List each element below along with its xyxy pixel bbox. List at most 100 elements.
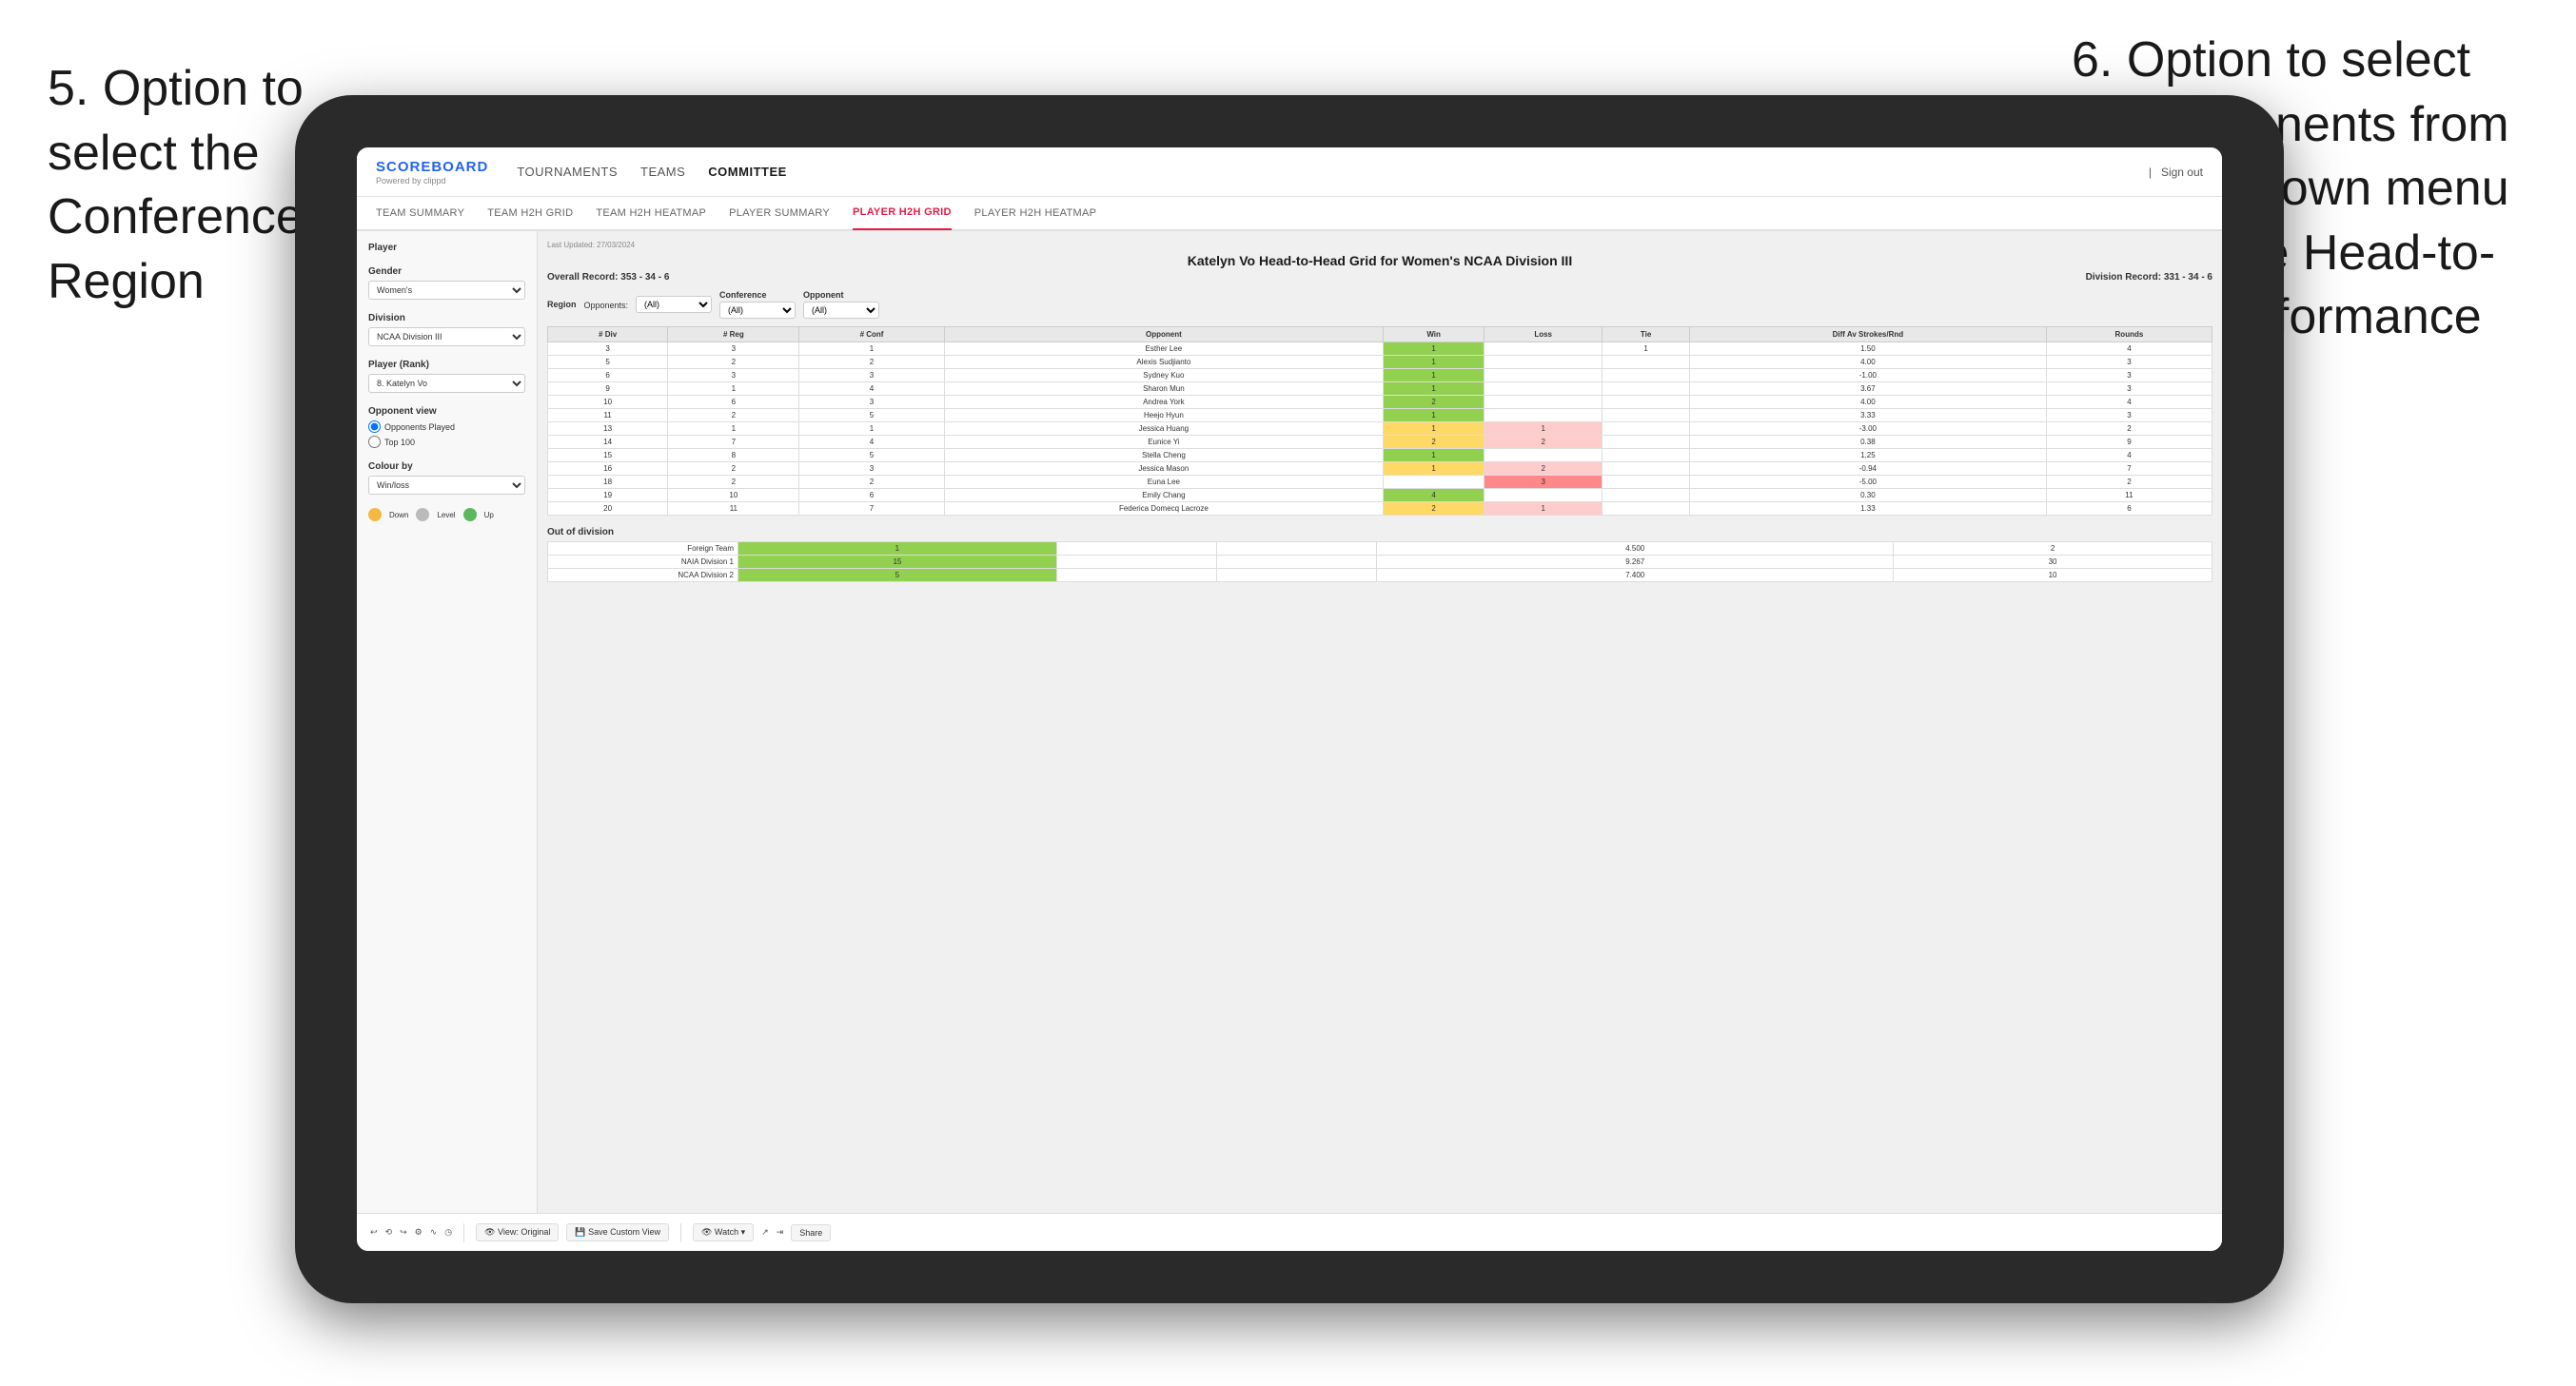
table-row: 9 1 4 Sharon Mun 1 3.67 3 xyxy=(548,382,2212,396)
td-loss: 3 xyxy=(1485,476,1603,489)
last-updated: Last Updated: 27/03/2024 xyxy=(547,241,2212,249)
td-opponent: Sydney Kuo xyxy=(944,369,1384,382)
sub-nav-team-summary[interactable]: TEAM SUMMARY xyxy=(376,196,464,230)
toolbar-settings[interactable]: ⚙ xyxy=(415,1227,423,1238)
save-custom-view-btn[interactable]: 💾 Save Custom View xyxy=(566,1223,669,1241)
td-win: 1 xyxy=(1384,369,1485,382)
td-diff: -3.00 xyxy=(1689,422,2046,436)
td-conf: 3 xyxy=(799,462,944,476)
radio-opponents-played[interactable]: Opponents Played xyxy=(368,420,525,433)
nav-teams[interactable]: TEAMS xyxy=(640,165,685,179)
td-conf: 5 xyxy=(799,409,944,422)
table-row: 15 8 5 Stella Cheng 1 1.25 4 xyxy=(548,449,2212,462)
opponents-filter-label: Opponents: xyxy=(584,296,629,313)
td-opponent: Alexis Sudjianto xyxy=(944,356,1384,369)
td-reg: 2 xyxy=(668,462,799,476)
td-reg: 2 xyxy=(668,409,799,422)
td-div: 11 xyxy=(548,409,668,422)
td-conf: 6 xyxy=(799,489,944,502)
td-reg: 3 xyxy=(668,369,799,382)
toolbar-share-icon1[interactable]: ↗ xyxy=(761,1227,769,1238)
td-loss xyxy=(1485,409,1603,422)
conference-filter-select[interactable]: (All) xyxy=(719,302,796,319)
sub-nav-player-h2h-grid[interactable]: PLAYER H2H GRID xyxy=(853,196,952,230)
logo: SCOREBOARD Powered by clippd xyxy=(376,159,488,185)
table-row: 6 3 3 Sydney Kuo 1 -1.00 3 xyxy=(548,369,2212,382)
player-rank-select[interactable]: 8. Katelyn Vo xyxy=(368,374,525,393)
sub-nav-team-h2h-heatmap[interactable]: TEAM H2H HEATMAP xyxy=(596,196,706,230)
td-rounds: 9 xyxy=(2046,436,2212,449)
td-div: 3 xyxy=(548,342,668,356)
sub-nav-player-h2h-heatmap[interactable]: PLAYER H2H HEATMAP xyxy=(974,196,1096,230)
share-btn[interactable]: Share xyxy=(791,1224,831,1241)
dot-down xyxy=(368,508,382,521)
toolbar-undo[interactable]: ↩ xyxy=(370,1227,378,1238)
td-win: 1 xyxy=(1384,422,1485,436)
th-diff: Diff Av Strokes/Rnd xyxy=(1689,327,2046,342)
out-td-loss xyxy=(1056,569,1216,582)
td-reg: 1 xyxy=(668,422,799,436)
td-diff: 3.33 xyxy=(1689,409,2046,422)
th-conf: # Conf xyxy=(799,327,944,342)
opponent-filter-group: Opponent (All) xyxy=(803,290,879,319)
td-loss: 1 xyxy=(1485,422,1603,436)
td-rounds: 4 xyxy=(2046,396,2212,409)
bottom-toolbar: ↩ ⟲ ↪ ⚙ ∿ ◷ 👁 View: Original 💾 Save Cust… xyxy=(357,1213,2222,1251)
colour-by-section: Colour by Win/loss xyxy=(368,461,525,495)
out-td-diff: 9.267 xyxy=(1377,556,1894,569)
out-td-name: NAIA Division 1 xyxy=(548,556,738,569)
toolbar-redo2[interactable]: ↪ xyxy=(400,1227,407,1238)
td-tie xyxy=(1603,449,1690,462)
nav-committee[interactable]: COMMITTEE xyxy=(708,165,787,179)
th-win: Win xyxy=(1384,327,1485,342)
td-tie xyxy=(1603,356,1690,369)
td-tie xyxy=(1603,422,1690,436)
toolbar-redo1[interactable]: ⟲ xyxy=(385,1227,393,1238)
watch-btn[interactable]: 👁 Watch ▾ xyxy=(693,1223,754,1241)
toolbar-clock[interactable]: ◷ xyxy=(444,1227,452,1238)
opponent-view-label: Opponent view xyxy=(368,406,525,417)
gender-select[interactable]: Women's xyxy=(368,281,525,300)
td-diff: 0.38 xyxy=(1689,436,2046,449)
filter-row: Region Opponents: (All) Conference (All) xyxy=(547,290,2212,319)
sub-nav-team-h2h-grid[interactable]: TEAM H2H GRID xyxy=(487,196,573,230)
sub-nav-player-summary[interactable]: PLAYER SUMMARY xyxy=(729,196,830,230)
view-original-btn[interactable]: 👁 View: Original xyxy=(476,1223,559,1241)
toolbar-share-icon2[interactable]: ⇥ xyxy=(777,1227,784,1238)
radio-top100[interactable]: Top 100 xyxy=(368,436,525,448)
colour-by-select[interactable]: Win/loss xyxy=(368,476,525,495)
td-div: 15 xyxy=(548,449,668,462)
td-conf: 3 xyxy=(799,396,944,409)
td-rounds: 4 xyxy=(2046,342,2212,356)
out-td-name: NCAA Division 2 xyxy=(548,569,738,582)
td-tie xyxy=(1603,489,1690,502)
th-opponent: Opponent xyxy=(944,327,1384,342)
region-filter-group: Region xyxy=(547,300,577,309)
out-td-win: 15 xyxy=(738,556,1057,569)
td-conf: 4 xyxy=(799,436,944,449)
opponent-filter-select[interactable]: (All) xyxy=(803,302,879,319)
dot-up xyxy=(463,508,477,521)
region-filter-select[interactable]: (All) xyxy=(636,296,712,313)
left-panel: Player Gender Women's Division NCAA Divi… xyxy=(357,231,538,1213)
td-opponent: Eunice Yi xyxy=(944,436,1384,449)
division-select[interactable]: NCAA Division III xyxy=(368,327,525,346)
td-loss xyxy=(1485,489,1603,502)
td-div: 6 xyxy=(548,369,668,382)
sign-out-link[interactable]: Sign out xyxy=(2161,166,2203,179)
td-reg: 8 xyxy=(668,449,799,462)
out-td-diff: 7.400 xyxy=(1377,569,1894,582)
td-rounds: 11 xyxy=(2046,489,2212,502)
td-opponent: Jessica Mason xyxy=(944,462,1384,476)
gender-section: Gender Women's xyxy=(368,266,525,300)
out-td-rounds: 10 xyxy=(1894,569,2212,582)
td-reg: 10 xyxy=(668,489,799,502)
toolbar-wave[interactable]: ∿ xyxy=(430,1227,438,1238)
nav-tournaments[interactable]: TOURNAMENTS xyxy=(517,165,618,179)
out-td-tie xyxy=(1217,569,1377,582)
td-win: 2 xyxy=(1384,396,1485,409)
out-td-win: 5 xyxy=(738,569,1057,582)
td-diff: 1.33 xyxy=(1689,502,2046,516)
dot-level xyxy=(416,508,429,521)
table-row: 20 11 7 Federica Domecq Lacroze 2 1 1.33… xyxy=(548,502,2212,516)
